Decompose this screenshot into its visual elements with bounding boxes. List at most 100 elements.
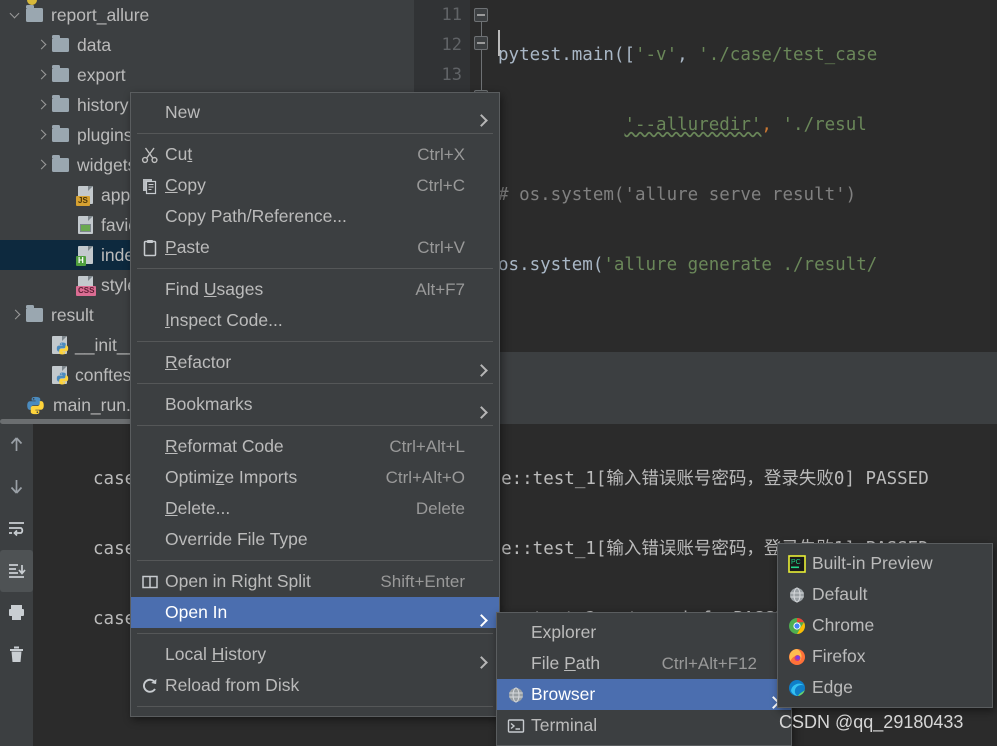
menu-item-cut[interactable]: Cut Ctrl+X bbox=[131, 139, 499, 170]
menu-item-copy[interactable]: Copy Ctrl+C bbox=[131, 170, 499, 201]
menu-item-label: Firefox bbox=[812, 646, 866, 666]
split-view-icon bbox=[142, 575, 158, 588]
open-in-submenu[interactable]: Explorer File Path Ctrl+Alt+F12 Browser Term… bbox=[496, 612, 792, 746]
menu-item-optimize-imports[interactable]: Optimize Imports Ctrl+Alt+O bbox=[131, 462, 499, 493]
folder-icon bbox=[26, 305, 43, 322]
fold-marker[interactable] bbox=[474, 8, 488, 22]
code-editor-panel[interactable]: 11 12 13 pytest.main(['-v', './case/test… bbox=[414, 0, 997, 352]
menu-item-chrome[interactable]: Chrome bbox=[778, 610, 992, 641]
js-file-icon: JS bbox=[76, 186, 93, 206]
split-icon bbox=[139, 573, 161, 591]
menu-item-label: Chrome bbox=[812, 615, 875, 635]
fold-marker[interactable] bbox=[474, 36, 488, 50]
menu-item-label: Built-in Preview bbox=[812, 553, 933, 573]
menu-separator bbox=[137, 425, 493, 426]
editor-console-splitter[interactable] bbox=[414, 352, 997, 424]
menu-item-paste[interactable]: Paste Ctrl+V bbox=[131, 232, 499, 263]
menu-item-built-in-preview[interactable]: PC Built-in Preview bbox=[778, 548, 992, 579]
folder-icon bbox=[52, 35, 69, 52]
menu-separator bbox=[137, 560, 493, 561]
menu-item-delete[interactable]: Delete... Delete bbox=[131, 493, 499, 524]
tree-item-label: widgets bbox=[77, 154, 137, 175]
arrow-down-icon-button[interactable] bbox=[0, 466, 33, 508]
menu-item-label: Inspect Code... bbox=[165, 310, 283, 330]
menu-separator bbox=[137, 706, 493, 707]
watermark-text: CSDN @qq_29180433 bbox=[779, 712, 964, 732]
menu-item-copy-path-reference[interactable]: Copy Path/Reference... bbox=[131, 201, 499, 232]
paste-icon bbox=[139, 239, 161, 257]
menu-item-reformat-code[interactable]: Reformat Code Ctrl+Alt+L bbox=[131, 431, 499, 462]
menu-item-refactor[interactable]: Refactor bbox=[131, 347, 499, 378]
menu-item-open-in[interactable]: Open In bbox=[131, 597, 499, 628]
menu-item-explorer[interactable]: Explorer bbox=[497, 617, 791, 648]
folder-icon bbox=[52, 125, 69, 142]
text-caret bbox=[498, 30, 500, 56]
print-icon-button[interactable] bbox=[0, 592, 33, 634]
refresh-icon bbox=[139, 677, 161, 695]
chevron-right-icon[interactable] bbox=[34, 38, 48, 52]
soft-wrap-icon-button[interactable] bbox=[0, 508, 33, 550]
chevron-right-icon[interactable] bbox=[34, 128, 48, 142]
scissors-icon bbox=[141, 147, 158, 163]
edge-icon bbox=[786, 679, 808, 697]
file-context-menu[interactable]: New Cut Ctrl+X Copy Ctrl+C Copy Path/Referenc… bbox=[130, 92, 500, 717]
globe-icon bbox=[786, 586, 808, 604]
chevron-right-icon[interactable] bbox=[8, 308, 22, 322]
menu-item-firefox[interactable]: Firefox bbox=[778, 641, 992, 672]
chevron-down-icon[interactable] bbox=[8, 8, 22, 22]
edge-icon bbox=[789, 679, 805, 696]
chevron-right-icon[interactable] bbox=[34, 158, 48, 172]
chevron-right-icon[interactable] bbox=[34, 68, 48, 82]
arrow-down-icon bbox=[10, 480, 23, 494]
python-icon bbox=[26, 396, 45, 415]
arrow-up-icon-button[interactable] bbox=[0, 424, 33, 466]
tree-item-data[interactable]: data bbox=[0, 30, 414, 60]
menu-item-new[interactable]: New bbox=[131, 97, 499, 128]
menu-item-label: Optimize Imports bbox=[165, 467, 298, 487]
menu-separator bbox=[137, 383, 493, 384]
line-number: 12 bbox=[441, 35, 462, 55]
menu-item-terminal[interactable]: Terminal bbox=[497, 710, 791, 741]
tree-item-export[interactable]: export bbox=[0, 60, 414, 90]
chevron-right-icon[interactable] bbox=[34, 98, 48, 112]
editor-code-text[interactable]: pytest.main(['-v', './case/test_case '--… bbox=[498, 0, 997, 352]
menu-item-shortcut: Ctrl+Alt+L bbox=[389, 436, 465, 456]
tree-item-label: data bbox=[77, 34, 112, 55]
menu-item-default[interactable]: Default bbox=[778, 579, 992, 610]
svg-text:PC: PC bbox=[791, 559, 801, 566]
menu-item-file-path[interactable]: File Path Ctrl+Alt+F12 bbox=[497, 648, 791, 679]
menu-separator bbox=[137, 341, 493, 342]
menu-item-browser[interactable]: Browser bbox=[497, 679, 791, 710]
terminal-icon bbox=[505, 717, 527, 735]
menu-item-label: Open in Right Split bbox=[165, 571, 311, 591]
menu-item-local-history[interactable]: Local History bbox=[131, 639, 499, 670]
globe-icon bbox=[509, 687, 523, 702]
menu-item-label: Override File Type bbox=[165, 529, 308, 549]
scroll-to-end-icon bbox=[9, 564, 26, 578]
folder-icon bbox=[52, 95, 69, 112]
trash-icon-button[interactable] bbox=[0, 634, 33, 676]
menu-separator bbox=[137, 133, 493, 134]
menu-item-bookmarks[interactable]: Bookmarks bbox=[131, 389, 499, 420]
menu-item-inspect-code[interactable]: Inspect Code... bbox=[131, 305, 499, 336]
browser-submenu[interactable]: PC Built-in Preview Default Chrome Firefox Ed… bbox=[777, 543, 993, 708]
menu-item-shortcut: Ctrl+Alt+F12 bbox=[661, 653, 757, 673]
firefox-icon bbox=[789, 648, 805, 665]
menu-item-label: Bookmarks bbox=[165, 394, 253, 414]
menu-item-open-in-right-split[interactable]: Open in Right Split Shift+Enter bbox=[131, 566, 499, 597]
scroll-to-end-icon-button[interactable] bbox=[0, 550, 33, 592]
menu-item-find-usages[interactable]: Find Usages Alt+F7 bbox=[131, 274, 499, 305]
menu-item-label: Edge bbox=[812, 677, 853, 697]
python-file-icon bbox=[52, 336, 69, 355]
menu-item-label: Copy Path/Reference... bbox=[165, 206, 347, 226]
globe-icon bbox=[790, 587, 804, 602]
menu-item-shortcut: Ctrl+X bbox=[417, 144, 465, 164]
menu-item-override-file-type[interactable]: Override File Type bbox=[131, 524, 499, 555]
menu-item-edge[interactable]: Edge bbox=[778, 672, 992, 703]
menu-item-shortcut: Ctrl+Alt+O bbox=[385, 467, 465, 487]
tree-item-report-allure[interactable]: report_allure bbox=[0, 0, 414, 30]
run-toolbar[interactable] bbox=[0, 424, 33, 746]
menu-item-reload-from-disk[interactable]: Reload from Disk bbox=[131, 670, 499, 701]
